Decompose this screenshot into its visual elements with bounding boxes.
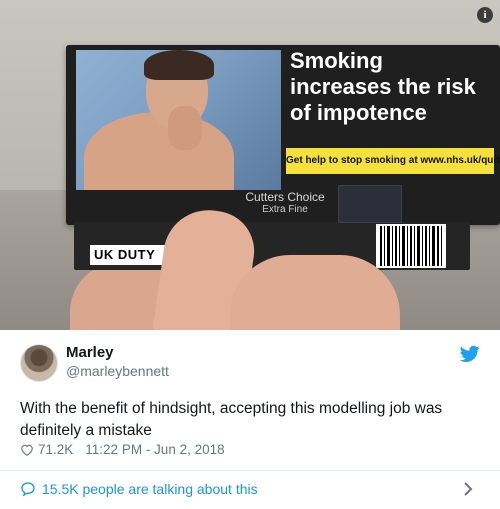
warning-image (76, 50, 281, 190)
divider (0, 470, 500, 471)
help-banner: Get help to stop smoking at www.nhs.uk/q… (286, 148, 500, 174)
conversation-link[interactable]: 15.5K people are talking about this (20, 481, 258, 497)
conversation-text: 15.5K people are talking about this (42, 481, 258, 497)
tweet-card: Smoking increases the risk of impotence … (0, 0, 500, 509)
barcode (376, 224, 446, 268)
hand-fingers (230, 255, 400, 330)
tweet-photo[interactable]: Smoking increases the risk of impotence … (0, 0, 500, 330)
brand-name: Cutters Choice (245, 190, 325, 204)
user-handle[interactable]: @marleybennett (66, 363, 169, 379)
twitter-bird-icon[interactable] (460, 345, 480, 363)
like-count[interactable]: 71.2K (38, 442, 73, 457)
brand-label: Cutters Choice Extra Fine (240, 190, 330, 215)
tweet-meta: 71.2K 11:22 PM - Jun 2, 2018 (20, 442, 225, 457)
tweet-timestamp[interactable]: 11:22 PM - Jun 2, 2018 (85, 442, 224, 457)
info-icon[interactable]: i (477, 7, 493, 23)
warning-image-hair (144, 50, 214, 80)
heart-icon[interactable] (20, 443, 34, 457)
chat-bubble-icon (21, 482, 35, 497)
brand-variant: Extra Fine (262, 204, 308, 215)
display-name[interactable]: Marley (66, 344, 114, 361)
tweet-text: With the benefit of hindsight, accepting… (20, 400, 443, 439)
health-warning-text: Smoking increases the risk of impotence (290, 48, 476, 125)
avatar[interactable] (20, 344, 58, 382)
duty-stamp (338, 185, 402, 223)
warning-image-hand (168, 106, 202, 150)
chevron-right-icon[interactable] (462, 480, 474, 498)
